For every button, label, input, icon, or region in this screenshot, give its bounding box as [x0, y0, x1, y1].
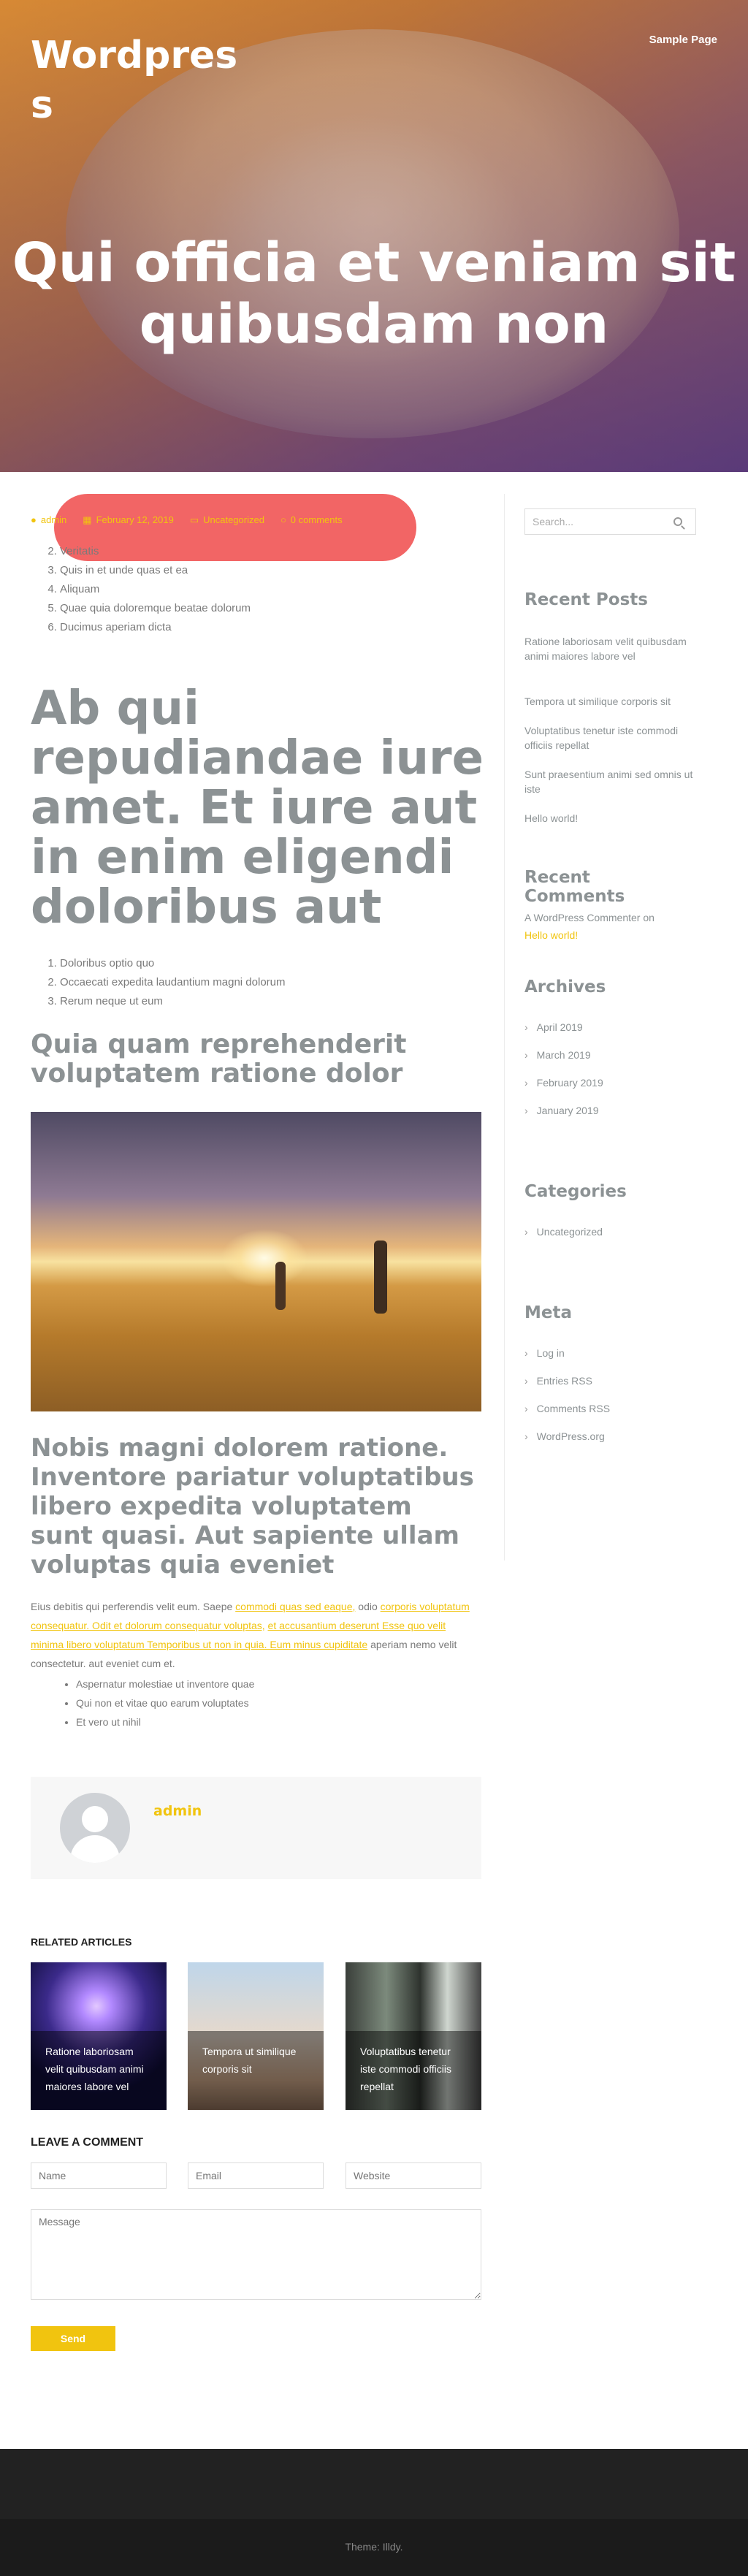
archives-heading: Archives	[524, 978, 606, 997]
search-box[interactable]: Search...	[524, 508, 696, 535]
list-item: Aspernatur molestiae ut inventore quae	[76, 1674, 254, 1693]
list-item: Rerum neque ut eum	[60, 992, 286, 1011]
meta-heading: Meta	[524, 1303, 573, 1322]
name-field[interactable]	[31, 2162, 167, 2189]
meta-category-label: Uncategorized	[203, 514, 264, 525]
related-card-forest[interactable]: Voluptatibus tenetur iste commodi offici…	[346, 1962, 481, 2110]
list-item: Quis in et unde quas et ea	[60, 561, 251, 580]
person-silhouette	[374, 1241, 387, 1314]
archive-link[interactable]: April 2019	[524, 1021, 583, 1033]
person-silhouette	[275, 1262, 286, 1310]
related-articles-heading: RELATED ARTICLES	[31, 1936, 132, 1948]
post-heading-1: Ab qui repudiandae iure amet. Et iure au…	[31, 682, 484, 934]
list-item: Ducimus aperiam dicta	[60, 618, 251, 637]
paragraph-text: Eius debitis qui perferendis velit eum. …	[31, 1601, 236, 1612]
nav-sample-page[interactable]: Sample Page	[649, 34, 717, 46]
meta-date-label: February 12, 2019	[96, 514, 174, 525]
column-divider	[504, 494, 505, 1561]
ordered-list-1: Veritatis Quis in et unde quas et ea Ali…	[60, 542, 251, 637]
author-box: admin	[31, 1777, 481, 1879]
recent-post-link[interactable]: Ratione laboriosam velit quibusdam animi…	[524, 634, 696, 663]
website-field[interactable]	[346, 2162, 481, 2189]
recent-comments-heading: Recent Comments	[524, 868, 625, 906]
post-meta: ● admin ▦ February 12, 2019 ▭ Uncategorized…	[31, 489, 418, 561]
meta-date: ▦ February 12, 2019	[83, 514, 174, 526]
avatar	[60, 1793, 130, 1863]
hero-title: Qui officia et veniam sit quibusdam non	[12, 232, 736, 356]
list-item: Doloribus optio quo	[60, 954, 286, 973]
related-card-caption: Tempora ut similique corporis sit	[188, 2031, 324, 2110]
meta-author[interactable]: ● admin	[31, 514, 66, 526]
related-card-fireworks[interactable]: Ratione laboriosam velit quibusdam animi…	[31, 1962, 167, 2110]
meta-comments[interactable]: ○ 0 comments	[280, 514, 343, 526]
meta-link-entries-rss[interactable]: Entries RSS	[524, 1375, 592, 1387]
leave-comment-heading: LEAVE A COMMENT	[31, 2136, 144, 2149]
search-input[interactable]: Search...	[533, 516, 573, 527]
list-item: Quae quia doloremque beatae dolorum	[60, 599, 251, 618]
field-sunset-image	[31, 1112, 481, 1411]
site-title-link[interactable]: Wordpress	[31, 31, 243, 130]
sun-glow	[221, 1229, 308, 1287]
avatar-body	[70, 1835, 120, 1863]
meta-category[interactable]: ▭ Uncategorized	[190, 514, 264, 526]
ordered-list-2: Doloribus optio quo Occaecati expedita l…	[60, 954, 286, 1011]
paragraph-text: odio	[355, 1601, 381, 1612]
search-icon[interactable]	[673, 517, 682, 526]
hero-header: Wordpress Sample Page Qui officia et ven…	[0, 0, 748, 472]
paragraph-link[interactable]: commodi quas sed eaque,	[235, 1601, 355, 1612]
archive-link[interactable]: February 2019	[524, 1077, 603, 1089]
message-field[interactable]	[31, 2209, 481, 2300]
list-item: Aliquam	[60, 580, 251, 599]
recent-post-link[interactable]: Tempora ut similique corporis sit	[524, 694, 696, 709]
post-heading-3: Nobis magni dolorem ratione. Inventore p…	[31, 1433, 474, 1579]
list-item: Veritatis	[60, 542, 251, 561]
post-meta-items: ● admin ▦ February 12, 2019 ▭ Uncategorized…	[31, 514, 343, 526]
recent-comment-author: A WordPress Commenter on	[524, 912, 654, 923]
meta-link-login[interactable]: Log in	[524, 1347, 565, 1359]
post-paragraph: Eius debitis qui perferendis velit eum. …	[31, 1597, 481, 1673]
meta-link-comments-rss[interactable]: Comments RSS	[524, 1403, 610, 1414]
archive-link[interactable]: March 2019	[524, 1049, 591, 1061]
category-link[interactable]: Uncategorized	[524, 1226, 603, 1238]
related-card-caption: Voluptatibus tenetur iste commodi offici…	[346, 2031, 481, 2110]
footer-credit: Theme: Illdy.	[345, 2541, 403, 2553]
calendar-icon: ▦	[83, 514, 92, 525]
meta-link-wordpress-org[interactable]: WordPress.org	[524, 1430, 605, 1442]
main-wrap: ● admin ▦ February 12, 2019 ▭ Uncategorized…	[0, 472, 748, 2449]
list-item: Occaecati expedita laudantium magni dolo…	[60, 973, 286, 992]
meta-comments-label: 0 comments	[290, 514, 343, 525]
related-articles: Ratione laboriosam velit quibusdam animi…	[31, 1962, 481, 2110]
recent-post-link[interactable]: Voluptatibus tenetur iste commodi offici…	[524, 723, 696, 752]
recent-post-link[interactable]: Sunt praesentium animi sed omnis ut iste	[524, 767, 696, 796]
bullet-list: Aspernatur molestiae ut inventore quae Q…	[76, 1674, 254, 1731]
related-card-beach[interactable]: Tempora ut similique corporis sit	[188, 1962, 324, 2110]
categories-heading: Categories	[524, 1182, 627, 1201]
folder-icon: ▭	[189, 514, 199, 525]
site-footer: Theme: Illdy.	[0, 2449, 748, 2576]
list-item: Qui non et vitae quo earum voluptates	[76, 1693, 254, 1712]
recent-comment-post-link[interactable]: Hello world!	[524, 928, 696, 942]
post-heading-2: Quia quam reprehenderit voluptatem ratio…	[31, 1029, 407, 1089]
comment-icon: ○	[280, 514, 286, 525]
avatar-head	[82, 1806, 108, 1832]
meta-author-label: admin	[40, 514, 67, 525]
recent-posts-heading: Recent Posts	[524, 590, 648, 609]
user-icon: ●	[31, 514, 37, 525]
send-button[interactable]: Send	[31, 2326, 115, 2351]
email-field[interactable]	[188, 2162, 324, 2189]
archive-link[interactable]: January 2019	[524, 1105, 599, 1116]
related-card-caption: Ratione laboriosam velit quibusdam animi…	[31, 2031, 167, 2110]
author-name-link[interactable]: admin	[153, 1803, 202, 1819]
recent-post-link[interactable]: Hello world!	[524, 811, 696, 826]
list-item: Et vero ut nihil	[76, 1712, 254, 1731]
